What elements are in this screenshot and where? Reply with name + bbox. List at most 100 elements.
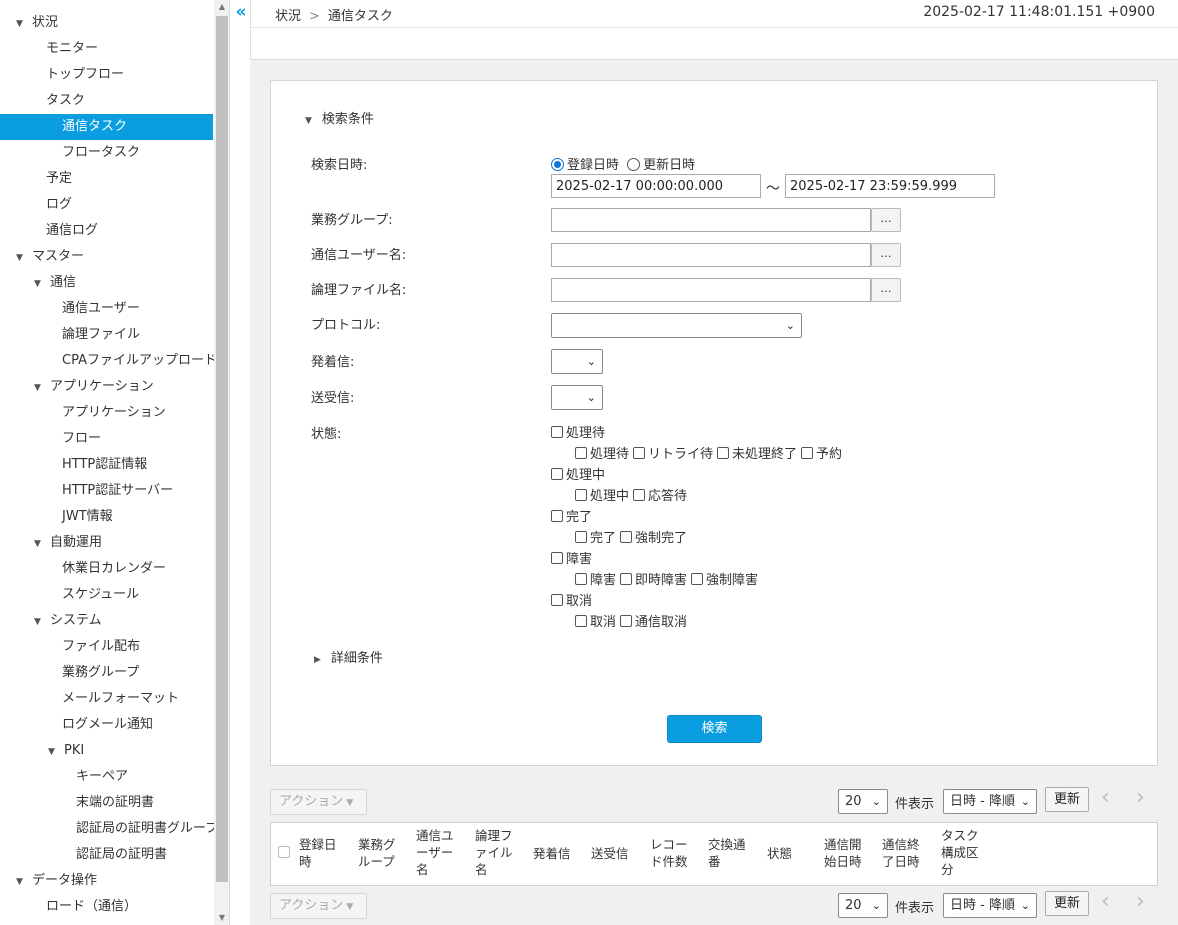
status-checkbox[interactable]: 強制障害 [691,573,758,588]
detail-conditions-toggle[interactable]: ▶ 詳細条件 [314,647,383,666]
sidebar-item[interactable]: トップフロー [0,62,213,88]
sidebar-item[interactable]: ▼ システム [0,608,213,634]
status-checkbox[interactable]: 予約 [801,447,842,462]
prev-page-icon[interactable]: ‹ [1101,889,1110,914]
sidebar-item[interactable]: ▼ PKI [0,738,213,764]
radio-registered[interactable]: 登録日時 [551,158,619,173]
scroll-down-icon[interactable]: ▼ [214,911,229,925]
sidebar-item[interactable]: JWT情報 [0,504,213,530]
sidebar-item[interactable]: アプリケーション [0,400,213,426]
status-checkbox[interactable]: リトライ待 [633,447,713,462]
sidebar-item[interactable]: モニター [0,36,213,62]
sidebar-item[interactable]: フロータスク [0,140,213,166]
sidebar-item[interactable]: HTTP認証情報 [0,452,213,478]
sidebar-item[interactable]: 業務グループ [0,660,213,686]
status-checkbox[interactable]: 即時障害 [620,573,687,588]
status-group-checkbox[interactable]: 完了 [551,506,592,525]
status-checkbox[interactable]: 処理中 [575,489,629,504]
expand-triangle-icon[interactable]: ▼ [16,11,28,37]
column-header[interactable]: 論理フ ァイル名 [475,827,513,878]
action-dropdown-button[interactable]: アクション ▼ [270,893,367,919]
sort-select[interactable]: 日時 - 降順 ⌄ [943,893,1037,918]
sort-select[interactable]: 日時 - 降順 ⌄ [943,789,1037,814]
status-group-checkbox[interactable]: 取消 [551,590,592,609]
expand-triangle-icon[interactable]: ▼ [48,739,60,765]
comm-user-browse-button[interactable]: … [871,243,901,267]
date-from-input[interactable] [551,174,761,198]
sidebar-item[interactable]: ロード（通信） [0,894,213,920]
sidebar-item[interactable]: 休業日カレンダー [0,556,213,582]
status-checkbox[interactable]: 応答待 [633,489,687,504]
comm-user-input[interactable] [551,243,871,267]
refresh-button[interactable]: 更新 [1045,891,1089,916]
expand-triangle-icon[interactable]: ▼ [34,531,46,557]
column-header[interactable]: 発着信 [533,845,571,862]
breadcrumb-item-status[interactable]: 状況 [275,9,301,24]
sidebar-item[interactable]: 通信タスク [0,114,213,140]
expand-triangle-icon[interactable]: ▼ [34,375,46,401]
expand-triangle-icon[interactable]: ▼ [34,609,46,635]
sidebar-item[interactable]: HTTP認証サーバー [0,478,213,504]
logical-file-input[interactable] [551,278,871,302]
sidebar-item[interactable]: 認証局の証明書グループ [0,816,218,842]
sidebar-item[interactable]: ▼ 自動運用 [0,530,213,556]
sidebar-item[interactable]: ファイル配布 [0,634,213,660]
radio-updated[interactable]: 更新日時 [627,158,695,173]
column-header[interactable]: タスク 構成区分 [941,827,979,878]
column-header[interactable]: 通信ユ ーザー名 [416,827,454,878]
date-to-input[interactable] [785,174,995,198]
collapse-sidebar-icon[interactable]: « [232,3,250,23]
sidebar-item[interactable]: タスク [0,88,213,114]
refresh-button[interactable]: 更新 [1045,787,1089,812]
column-header[interactable]: 通信終 了日時 [882,836,920,870]
status-group-checkbox[interactable]: 処理中 [551,464,605,483]
column-header[interactable]: レコー ド件数 [650,836,688,870]
scrollbar-thumb[interactable] [216,16,228,882]
status-checkbox[interactable]: 障害 [575,573,616,588]
column-header[interactable]: 交換通番 [708,836,746,870]
sidebar-item[interactable]: ▼ マスター [0,244,213,270]
sidebar-item[interactable]: 認証局の証明書 [0,842,213,868]
action-dropdown-button[interactable]: アクション ▼ [270,789,367,815]
sidebar-item[interactable]: メールフォーマット [0,686,213,712]
sidebar-scrollbar[interactable]: ▲ ▼ [214,0,229,925]
status-checkbox[interactable]: 未処理終了 [717,447,797,462]
sidebar-item[interactable]: 予定 [0,166,213,192]
business-group-browse-button[interactable]: … [871,208,901,232]
next-page-icon[interactable]: › [1136,889,1145,914]
logical-file-browse-button[interactable]: … [871,278,901,302]
sidebar-item[interactable]: フロー [0,426,213,452]
business-group-input[interactable] [551,208,871,232]
expand-triangle-icon[interactable]: ▼ [16,245,28,271]
search-conditions-toggle[interactable]: ▼ 検索条件 [305,108,374,127]
column-header[interactable]: 登録日時 [299,836,337,870]
send-receive-select[interactable]: ⌄ [551,385,603,410]
column-header[interactable]: 状態 [767,845,792,862]
expand-triangle-icon[interactable]: ▼ [34,271,46,297]
column-header[interactable]: 業務グ ループ [358,836,396,870]
status-checkbox[interactable]: 強制完了 [620,531,687,546]
sidebar-item[interactable]: 通信ログ [0,218,213,244]
sidebar-item[interactable]: 論理ファイル [0,322,213,348]
sidebar-item[interactable]: CPAファイルアップロード [0,348,217,374]
column-header[interactable]: 通信開 始日時 [824,836,862,870]
expand-triangle-icon[interactable]: ▼ [16,869,28,895]
direction-select[interactable]: ⌄ [551,349,603,374]
sidebar-item[interactable]: ログ [0,192,213,218]
next-page-icon[interactable]: › [1136,785,1145,810]
select-all-checkbox[interactable] [278,846,290,858]
sidebar-item[interactable]: ログメール通知 [0,712,213,738]
status-group-checkbox[interactable]: 障害 [551,548,592,567]
column-header[interactable]: 送受信 [591,845,629,862]
sidebar-item[interactable]: ▼ 状況 [0,10,213,36]
protocol-select[interactable]: ⌄ [551,313,802,338]
sidebar-item[interactable]: キーペア [0,764,213,790]
sidebar-item[interactable]: 末端の証明書 [0,790,213,816]
page-size-select[interactable]: 20 ⌄ [838,789,888,814]
sidebar-item[interactable]: 通信ユーザー [0,296,213,322]
sidebar-item[interactable]: スケジュール [0,582,213,608]
status-checkbox[interactable]: 処理待 [575,447,629,462]
sidebar-item[interactable]: ▼ 通信 [0,270,213,296]
sidebar-item[interactable]: ▼ アプリケーション [0,374,213,400]
status-checkbox[interactable]: 取消 [575,615,616,630]
